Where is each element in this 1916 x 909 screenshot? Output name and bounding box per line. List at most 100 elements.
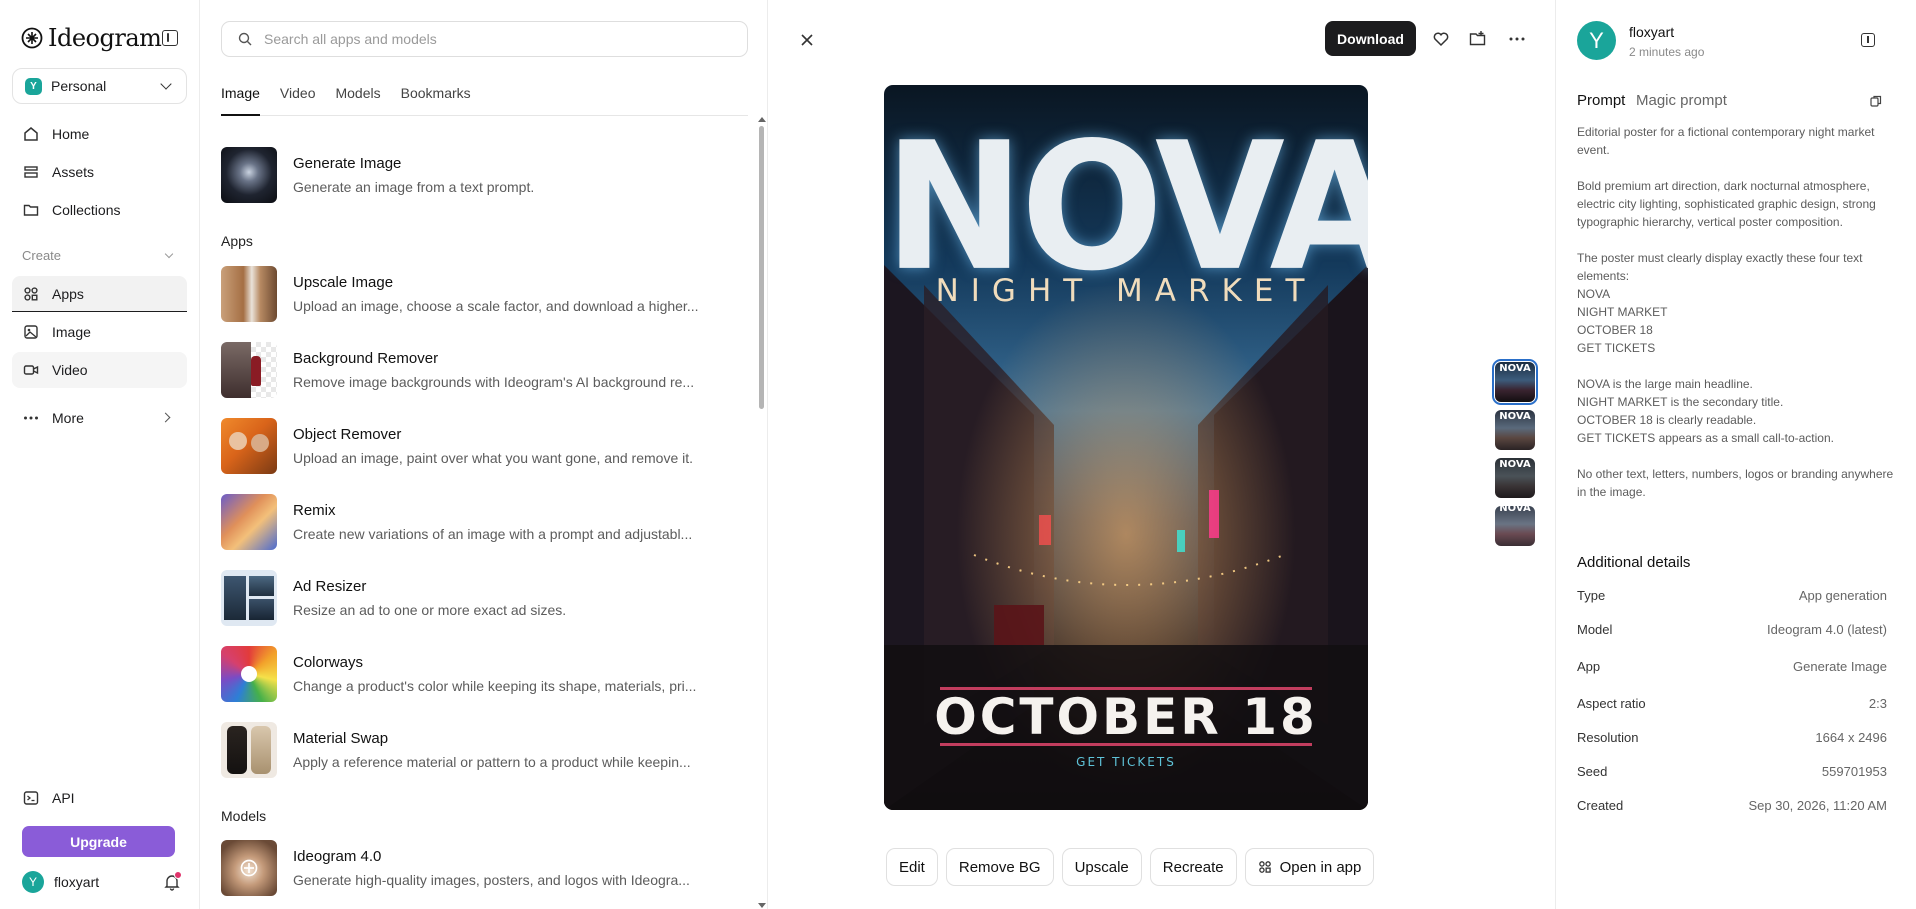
tab-models[interactable]: Models <box>335 84 380 116</box>
app-name: Ideogram 4.0 <box>293 848 382 865</box>
nav-video[interactable]: Video <box>12 352 187 388</box>
close-icon[interactable] <box>798 31 816 49</box>
nav-api[interactable]: API <box>12 780 187 816</box>
model-ideogram-4[interactable]: Ideogram 4.0 Generate high-quality image… <box>221 840 741 896</box>
apps-grid-icon <box>1258 861 1271 873</box>
thumbnail-label: NOVA <box>1499 459 1531 470</box>
notification-dot <box>174 871 182 879</box>
generated-image[interactable]: NOVA NIGHT MARKET OCTOBER 18 GET TICKETS <box>884 85 1368 810</box>
workspace-badge: Y <box>25 77 42 95</box>
folder-icon <box>22 201 40 219</box>
search-bar[interactable] <box>221 21 748 57</box>
user-account[interactable]: Y floxyart <box>22 870 182 894</box>
detail-key: Seed <box>1577 764 1608 779</box>
tab-video[interactable]: Video <box>280 84 316 116</box>
recreate-button[interactable]: Recreate <box>1149 848 1237 886</box>
app-name: Colorways <box>293 654 364 671</box>
app-thumbnail <box>221 570 277 626</box>
image-actions: Edit Remove BG Upscale Recreate Open in … <box>886 848 1382 886</box>
app-object-remover[interactable]: Object Remover Upload an image, paint ov… <box>221 418 741 474</box>
creator-username[interactable]: floxyart <box>1629 24 1674 40</box>
prompt-text: Editorial poster for a fictional contemp… <box>1577 125 1894 499</box>
details-panel: Y floxyart 2 minutes ago Prompt Magic pr… <box>1555 0 1916 909</box>
upscale-button[interactable]: Upscale <box>1061 848 1142 886</box>
poster-rule-bottom <box>940 743 1312 746</box>
chevron-right-icon <box>160 412 171 423</box>
download-button[interactable]: Download <box>1325 21 1416 56</box>
app-description: Resize an ad to one or more exact ad siz… <box>293 602 567 618</box>
open-in-app-button[interactable]: Open in app <box>1244 848 1375 886</box>
app-description: Generate an image from a text prompt. <box>293 179 535 195</box>
chevron-down-icon[interactable] <box>164 249 174 259</box>
more-dots-icon <box>22 409 40 427</box>
user-name: floxyart <box>54 874 100 890</box>
nav-collections[interactable]: Collections <box>12 192 187 228</box>
detail-key: App <box>1577 659 1601 674</box>
app-name: Background Remover <box>293 350 439 367</box>
app-thumbnail <box>221 342 277 398</box>
detail-row-type: Type App generation <box>1577 588 1887 608</box>
app-thumbnail <box>221 418 277 474</box>
image-viewer: Download NOVA NIGHT MARKET OCTOBER 18 GE… <box>768 0 1555 909</box>
collapse-sidebar-icon[interactable] <box>162 30 178 46</box>
detail-key: Resolution <box>1577 730 1639 745</box>
poster-cta: GET TICKETS <box>1076 755 1176 769</box>
upgrade-button[interactable]: Upgrade <box>22 826 175 857</box>
poster-subtitle: NIGHT MARKET <box>935 273 1317 309</box>
apps-section-heading: Apps <box>221 233 253 249</box>
detail-key: Type <box>1577 588 1606 603</box>
poster-date: OCTOBER 18 <box>934 688 1318 746</box>
app-thumbnail <box>221 840 277 896</box>
variant-thumbnail[interactable]: NOVA <box>1495 410 1535 450</box>
search-icon <box>238 32 252 46</box>
toggle-panel-icon[interactable] <box>1861 33 1875 47</box>
tab-prompt[interactable]: Prompt <box>1577 92 1625 109</box>
edit-button[interactable]: Edit <box>886 848 938 886</box>
app-remix[interactable]: Remix Create new variations of an image … <box>221 494 741 550</box>
terminal-icon <box>22 789 40 807</box>
add-to-folder-icon[interactable] <box>1469 30 1487 48</box>
app-description: Create new variations of an image with a… <box>293 526 693 542</box>
tab-magic-prompt[interactable]: Magic prompt <box>1636 92 1727 109</box>
app-background-remover[interactable]: Background Remover Remove image backgrou… <box>221 342 741 398</box>
nav-image[interactable]: Image <box>12 314 187 350</box>
scroll-down-arrow[interactable] <box>758 903 766 908</box>
copy-icon[interactable] <box>1870 95 1882 107</box>
scrollbar-thumb[interactable] <box>759 126 764 409</box>
nav-apps[interactable]: Apps <box>12 276 187 312</box>
variant-thumbnail[interactable]: NOVA <box>1495 458 1535 498</box>
search-input[interactable] <box>264 31 724 47</box>
nav-collections-label: Collections <box>52 202 121 218</box>
app-description: Generate high-quality images, posters, a… <box>293 872 690 888</box>
tab-bookmarks[interactable]: Bookmarks <box>401 84 471 116</box>
app-material-swap[interactable]: Material Swap Apply a reference material… <box>221 722 741 778</box>
more-options-icon[interactable] <box>1508 30 1526 48</box>
heart-icon[interactable] <box>1432 30 1450 48</box>
detail-value[interactable]: Generate Image <box>1793 659 1887 674</box>
avatar[interactable]: Y <box>1577 21 1616 60</box>
chevron-down-icon <box>160 78 172 90</box>
app-description: Upload an image, paint over what you wan… <box>293 450 694 466</box>
workspace-switcher[interactable]: Y Personal <box>12 68 187 104</box>
app-colorways[interactable]: Colorways Change a product's color while… <box>221 646 741 702</box>
scroll-up-arrow[interactable] <box>758 117 766 122</box>
ideogram-logo-icon <box>240 859 258 877</box>
remove-bg-button[interactable]: Remove BG <box>945 848 1054 886</box>
app-thumbnail <box>221 494 277 550</box>
nav-assets[interactable]: Assets <box>12 154 187 190</box>
nav-home[interactable]: Home <box>12 116 187 152</box>
app-upscale-image[interactable]: Upscale Image Upload an image, choose a … <box>221 266 741 322</box>
avatar: Y <box>22 871 44 893</box>
app-thumbnail <box>221 147 277 203</box>
nav-apps-label: Apps <box>52 285 84 302</box>
variant-thumbnail[interactable]: NOVA <box>1495 506 1535 546</box>
app-generate-image[interactable]: Generate Image Generate an image from a … <box>221 147 741 203</box>
thumbnail-label: NOVA <box>1499 411 1531 422</box>
nav-more[interactable]: More <box>12 400 187 436</box>
app-name: Generate Image <box>293 155 402 172</box>
tab-image[interactable]: Image <box>221 84 260 116</box>
variant-thumbnail[interactable]: NOVA <box>1492 359 1538 405</box>
app-ad-resizer[interactable]: Ad Resizer Resize an ad to one or more e… <box>221 570 741 626</box>
detail-key: Aspect ratio <box>1577 696 1646 711</box>
ideogram-logo[interactable]: Ideogram <box>20 24 185 52</box>
